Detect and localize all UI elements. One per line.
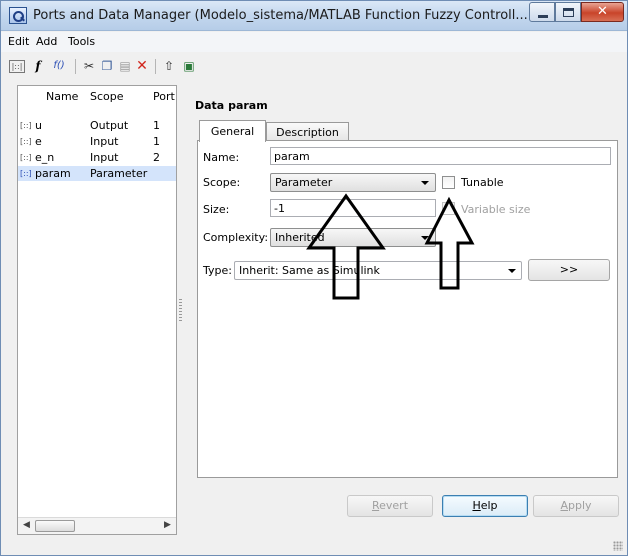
variable-size-checkbox[interactable] [442, 202, 455, 215]
pane-splitter[interactable] [179, 299, 182, 321]
delete-icon[interactable]: ✕ [135, 58, 149, 74]
help-button[interactable]: Help [442, 495, 528, 517]
title-bar[interactable]: Ports and Data Manager (Modelo_sistema/M… [1, 1, 627, 31]
type-combobox[interactable]: Inherit: Same as Simulink [234, 261, 522, 280]
list-item-selected[interactable]: [::] param Parameter [18, 166, 176, 181]
toolbar-separator [75, 59, 76, 74]
data-type-assistant-button[interactable]: >> [528, 259, 610, 281]
revert-button[interactable]: Revert [347, 495, 433, 517]
tunable-checkbox[interactable] [442, 176, 455, 189]
horizontal-scrollbar[interactable]: ◀ ▶ [18, 517, 176, 534]
maximize-icon [563, 8, 574, 17]
paste-icon[interactable]: ▤ [118, 58, 132, 74]
column-scope[interactable]: Scope [90, 90, 124, 103]
chevron-down-icon [421, 181, 429, 185]
name-field[interactable]: param [270, 147, 611, 165]
minimize-icon [538, 15, 548, 18]
minimize-button[interactable] [529, 2, 555, 22]
apply-button[interactable]: Apply [533, 495, 619, 517]
scrollbar-thumb[interactable] [35, 520, 75, 532]
item-name: param [35, 167, 71, 180]
menu-bar: Edit Add Tools [1, 32, 627, 52]
app-icon [9, 7, 27, 24]
ports-data-manager-window: Ports and Data Manager (Modelo_sistema/M… [0, 0, 628, 556]
scroll-left-icon[interactable]: ◀ [23, 520, 30, 530]
list-header: Name Scope Port [18, 86, 176, 104]
close-icon: ✕ [597, 4, 608, 19]
column-port[interactable]: Port [153, 90, 175, 103]
list-item[interactable]: [::] u Output 1 [18, 118, 176, 133]
maximize-button[interactable] [555, 2, 581, 22]
data-icon: [::] [20, 137, 32, 146]
toolbar-separator [155, 59, 156, 74]
size-field[interactable]: -1 [270, 199, 436, 217]
complexity-label: Complexity: [203, 231, 269, 244]
scope-label: Scope: [203, 176, 241, 189]
add-fcall-icon[interactable]: f() [48, 58, 70, 74]
list-item[interactable]: [::] e_n Input 2 [18, 150, 176, 165]
toolbar: |::| f f() ✂ ❐ ▤ ✕ ⇧ ▣ [1, 53, 627, 81]
data-icon: [::] [20, 153, 32, 162]
model-explorer-icon[interactable]: ▣ [181, 58, 197, 74]
item-port: 1 [153, 135, 160, 148]
help-label-first: H [472, 499, 481, 512]
item-scope: Input [90, 151, 119, 164]
copy-icon[interactable]: ❐ [100, 58, 114, 74]
item-port: 2 [153, 151, 160, 164]
scope-value: Parameter [275, 176, 333, 189]
size-label: Size: [203, 203, 230, 216]
complexity-dropdown[interactable]: Inherited [270, 228, 436, 247]
data-icon: [::] [20, 121, 32, 130]
item-name: e [35, 135, 42, 148]
chevron-down-icon [508, 269, 516, 273]
data-icon[interactable]: |::| [9, 60, 25, 73]
scroll-right-icon[interactable]: ▶ [164, 520, 171, 530]
tunable-label: Tunable [461, 176, 504, 189]
tab-general[interactable]: General [199, 120, 266, 142]
data-list-pane: Name Scope Port [::] u Output 1 [::] e I… [17, 85, 177, 535]
menu-tools[interactable]: Tools [68, 35, 95, 48]
revert-label-rest: evert [379, 499, 409, 512]
menu-edit[interactable]: Edit [8, 35, 29, 48]
variable-size-label: Variable size [461, 203, 531, 216]
resize-grip[interactable] [613, 541, 623, 551]
apply-label-first: A [560, 499, 568, 512]
item-scope: Input [90, 135, 119, 148]
type-value: Inherit: Same as Simulink [239, 264, 380, 277]
chevron-down-icon [421, 236, 429, 240]
item-name: u [35, 119, 42, 132]
apply-label-rest: pply [568, 499, 592, 512]
menu-add[interactable]: Add [36, 35, 57, 48]
item-scope: Parameter [90, 167, 148, 180]
window-title: Ports and Data Manager (Modelo_sistema/M… [33, 8, 528, 23]
help-label-rest: elp [480, 499, 498, 512]
scope-dropdown[interactable]: Parameter [270, 173, 436, 192]
data-title: Data param [195, 99, 268, 112]
add-function-icon[interactable]: f [31, 58, 45, 74]
item-scope: Output [90, 119, 129, 132]
data-icon: [::] [20, 169, 32, 178]
cut-icon[interactable]: ✂ [82, 58, 96, 74]
tab-description[interactable]: Description [266, 122, 349, 141]
up-icon[interactable]: ⇧ [162, 58, 176, 74]
type-label: Type: [203, 264, 232, 277]
name-label: Name: [203, 151, 240, 164]
list-item[interactable]: [::] e Input 1 [18, 134, 176, 149]
column-name[interactable]: Name [46, 90, 78, 103]
close-button[interactable]: ✕ [581, 2, 624, 22]
item-port: 1 [153, 119, 160, 132]
item-name: e_n [35, 151, 55, 164]
complexity-value: Inherited [275, 231, 325, 244]
